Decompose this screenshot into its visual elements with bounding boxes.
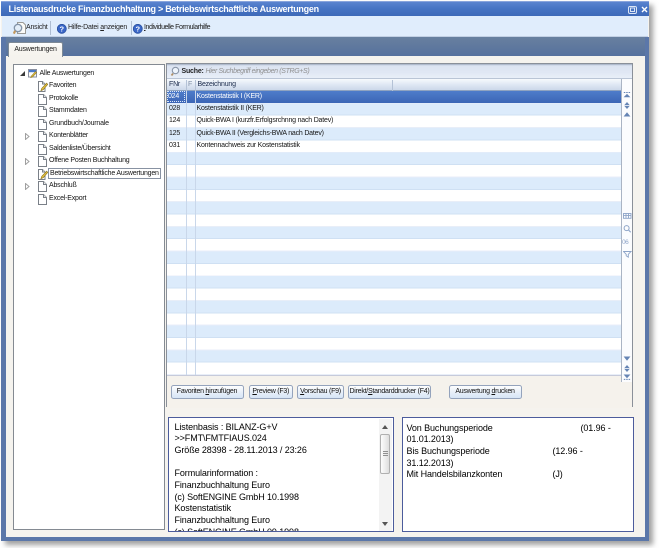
svg-text:?: ? <box>136 24 141 33</box>
svg-text:?: ? <box>60 24 65 33</box>
